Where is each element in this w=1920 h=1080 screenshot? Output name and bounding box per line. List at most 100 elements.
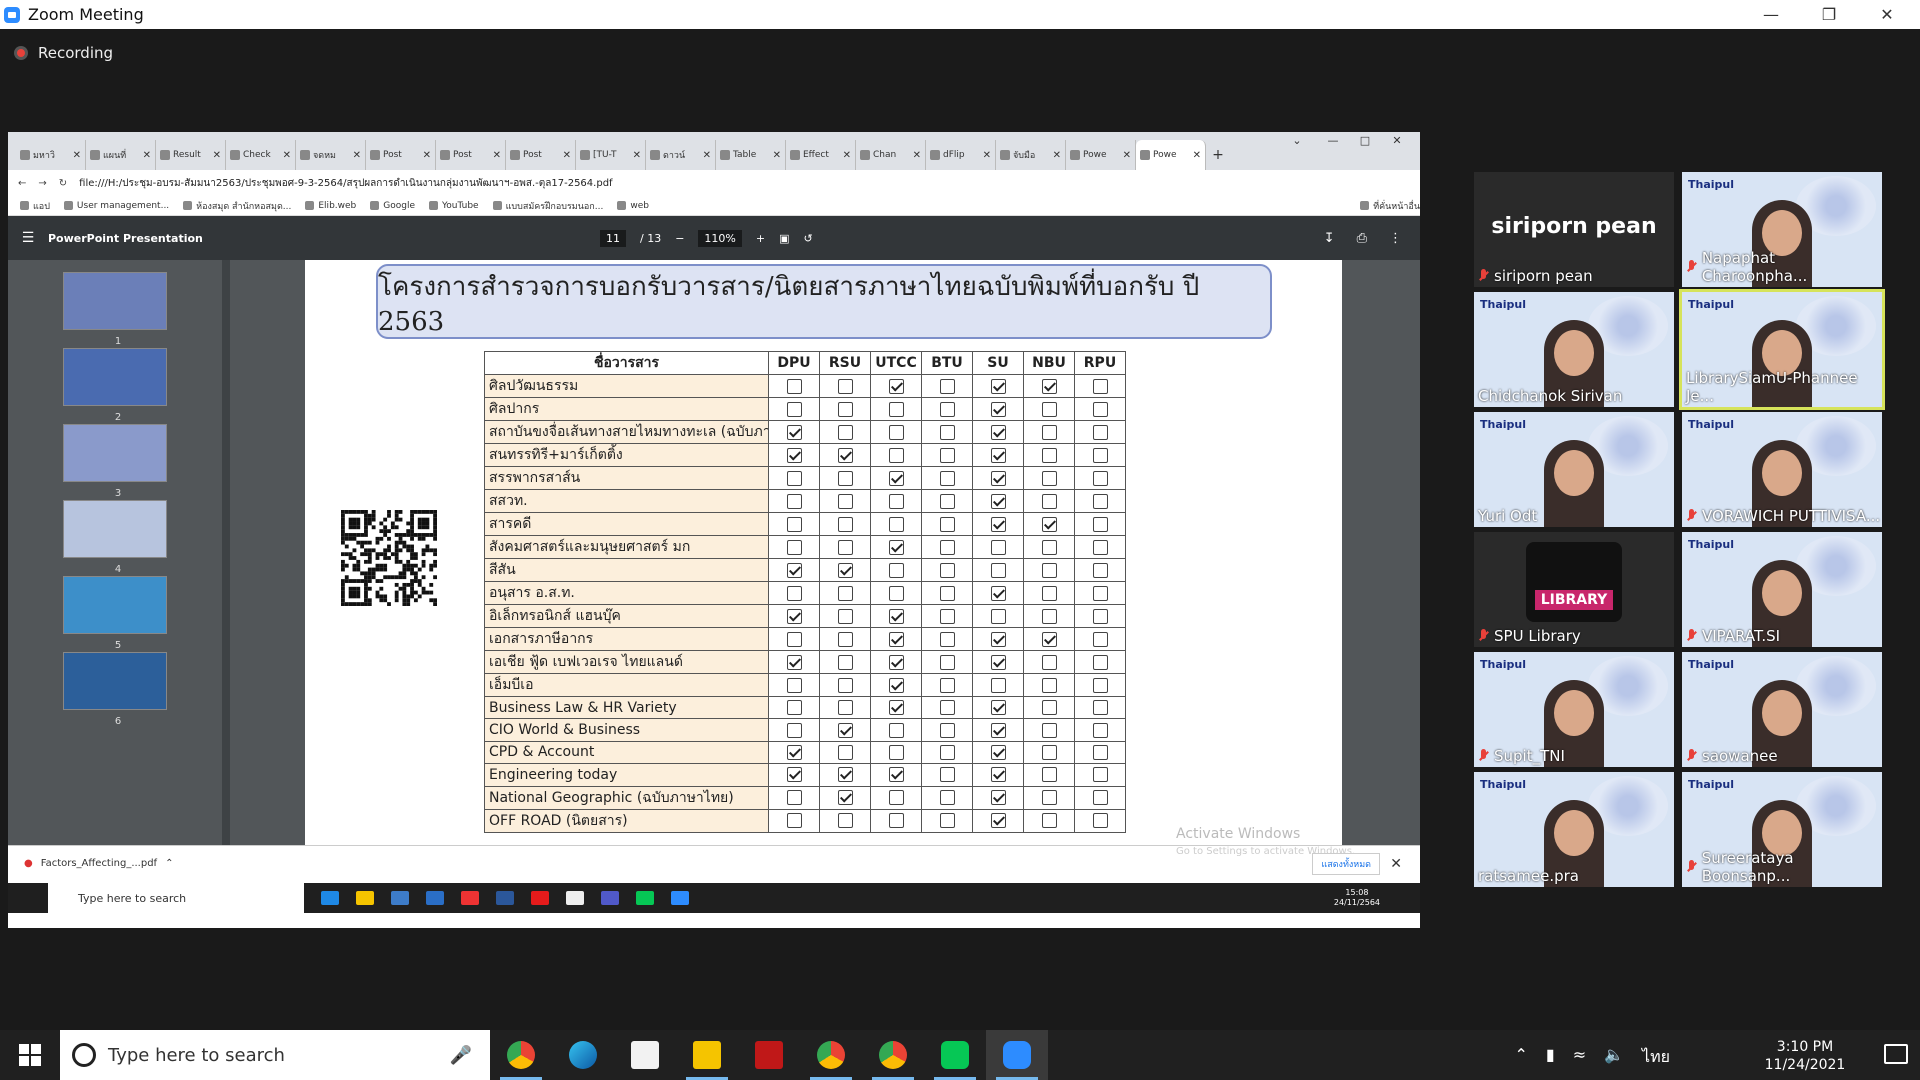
tab-close-icon[interactable]: ✕ bbox=[1123, 150, 1131, 161]
page-thumbnail[interactable] bbox=[63, 576, 167, 634]
back-icon[interactable]: ← bbox=[18, 178, 26, 189]
print-icon[interactable]: ⎙ bbox=[1357, 231, 1367, 246]
menu-icon[interactable]: ☰ bbox=[8, 230, 48, 246]
forward-icon[interactable]: → bbox=[38, 178, 46, 189]
shared-search-box[interactable]: Type here to search bbox=[48, 883, 304, 913]
explorer-taskbar-icon[interactable] bbox=[676, 1030, 738, 1080]
browser-tab[interactable]: แผนที่ ✕ bbox=[86, 140, 156, 170]
taskbar-clock[interactable]: 3:10 PM 11/24/2021 bbox=[1760, 1038, 1850, 1074]
wifi-icon[interactable]: ≈ bbox=[1573, 1045, 1586, 1070]
browser-tab[interactable]: Post ✕ bbox=[366, 140, 436, 170]
tab-close-icon[interactable]: ✕ bbox=[423, 150, 431, 161]
browser-tab[interactable]: dFlip ✕ bbox=[926, 140, 996, 170]
participant-tile[interactable]: Thaipul Chidchanok Sirivan bbox=[1474, 292, 1674, 407]
browser-tab[interactable]: จับมือ ✕ bbox=[996, 140, 1066, 170]
start-button[interactable] bbox=[0, 1044, 60, 1066]
tab-close-icon[interactable]: ✕ bbox=[143, 150, 151, 161]
notification-icon[interactable] bbox=[1884, 1044, 1908, 1064]
tab-close-icon[interactable]: ✕ bbox=[73, 150, 81, 161]
browser-close-button[interactable]: ✕ bbox=[1382, 134, 1412, 147]
reload-icon[interactable]: ↻ bbox=[59, 178, 67, 189]
browser-tab[interactable]: Post ✕ bbox=[506, 140, 576, 170]
zoom-taskbar-icon[interactable] bbox=[986, 1030, 1048, 1080]
line-icon[interactable] bbox=[636, 891, 654, 905]
participant-tile[interactable]: Thaipul LibrarySiamU-Phannee Je... bbox=[1679, 289, 1885, 410]
tab-close-icon[interactable]: ✕ bbox=[493, 150, 501, 161]
thumbnail-scrollbar[interactable] bbox=[222, 260, 230, 845]
word-icon[interactable] bbox=[496, 891, 514, 905]
participant-tile[interactable]: Thaipul saowanee bbox=[1682, 652, 1882, 767]
tab-close-icon[interactable]: ✕ bbox=[843, 150, 851, 161]
browser-tab[interactable]: จดหม ✕ bbox=[296, 140, 366, 170]
bookmark-item[interactable]: แบบสมัครฝึกอบรมนอก... bbox=[492, 199, 603, 213]
qr-code[interactable] bbox=[341, 510, 437, 606]
bookmark-item[interactable]: แอป bbox=[20, 199, 50, 213]
tab-close-icon[interactable]: ✕ bbox=[1193, 150, 1201, 161]
edge-icon[interactable] bbox=[321, 891, 339, 905]
tab-close-icon[interactable]: ✕ bbox=[913, 150, 921, 161]
edge-taskbar-icon[interactable] bbox=[552, 1030, 614, 1080]
chrome-taskbar-icon[interactable] bbox=[490, 1030, 552, 1080]
zoom-out-icon[interactable]: − bbox=[675, 232, 684, 245]
browser-tab[interactable]: Chan ✕ bbox=[856, 140, 926, 170]
browser-tab[interactable]: ดาวน์ ✕ bbox=[646, 140, 716, 170]
browser-tab[interactable]: Post ✕ bbox=[436, 140, 506, 170]
minimize-button[interactable]: — bbox=[1742, 0, 1800, 29]
microphone-icon[interactable]: 🎤 bbox=[450, 1045, 472, 1066]
volume-icon[interactable]: 🔈 bbox=[1604, 1045, 1624, 1070]
battery-icon[interactable]: ▮ bbox=[1546, 1045, 1555, 1070]
browser-tab[interactable]: Check ✕ bbox=[226, 140, 296, 170]
chevron-up-icon[interactable]: ⌃ bbox=[165, 858, 173, 869]
zoom-input[interactable]: 110% bbox=[698, 229, 742, 247]
tab-close-icon[interactable]: ✕ bbox=[703, 150, 711, 161]
participant-tile[interactable]: siriporn pean siriporn pean bbox=[1474, 172, 1674, 287]
folder-icon[interactable] bbox=[356, 891, 374, 905]
page-thumbnail[interactable] bbox=[63, 500, 167, 558]
page-thumbnail[interactable] bbox=[63, 424, 167, 482]
url-field[interactable]: file:///H:/ประชุม-อบรม-สัมมนา2563/ประชุม… bbox=[79, 176, 612, 191]
browser-tab[interactable]: Table ✕ bbox=[716, 140, 786, 170]
bookmark-item[interactable]: web bbox=[617, 201, 649, 211]
tab-close-icon[interactable]: ✕ bbox=[1053, 150, 1061, 161]
page-thumbnail[interactable] bbox=[63, 272, 167, 330]
participant-tile[interactable]: Thaipul Supit_TNI bbox=[1474, 652, 1674, 767]
tab-close-icon[interactable]: ✕ bbox=[633, 150, 641, 161]
page-thumbnail[interactable] bbox=[63, 652, 167, 710]
bookmark-item[interactable]: User management... bbox=[63, 201, 169, 211]
browser-tab[interactable]: Result ✕ bbox=[156, 140, 226, 170]
chrome-profile2-taskbar-icon[interactable] bbox=[862, 1030, 924, 1080]
participant-tile[interactable]: Thaipul ratsamee.pra bbox=[1474, 772, 1674, 887]
chrome-profile-taskbar-icon[interactable] bbox=[800, 1030, 862, 1080]
bookmark-item[interactable]: Google bbox=[370, 201, 415, 211]
store-taskbar-icon[interactable] bbox=[614, 1030, 676, 1080]
participant-tile[interactable]: Thaipul VIPARAT.SI bbox=[1682, 532, 1882, 647]
language-indicator[interactable]: ไทย bbox=[1642, 1045, 1670, 1070]
chrome-icon[interactable] bbox=[461, 891, 479, 905]
taskbar-search-box[interactable]: Type here to search 🎤 bbox=[60, 1030, 490, 1080]
zoom-in-icon[interactable]: + bbox=[756, 232, 765, 245]
restore-button[interactable]: ❐ bbox=[1800, 0, 1858, 29]
chevron-up-tray-icon[interactable]: ⌃ bbox=[1514, 1045, 1527, 1070]
tab-close-icon[interactable]: ✕ bbox=[983, 150, 991, 161]
new-tab-icon[interactable]: + bbox=[1206, 140, 1230, 170]
page-number-input[interactable]: 11 bbox=[600, 229, 626, 247]
recording-indicator[interactable]: Recording bbox=[14, 44, 113, 62]
page-thumbnail[interactable] bbox=[63, 348, 167, 406]
close-download-bar-icon[interactable]: ✕ bbox=[1390, 856, 1402, 872]
bookmark-item[interactable]: Elib.web bbox=[305, 201, 356, 211]
notepad-icon[interactable] bbox=[566, 891, 584, 905]
browser-maximize-button[interactable]: □ bbox=[1350, 134, 1380, 147]
bookmark-item[interactable]: ห้องสมุด สำนักหอสมุด... bbox=[183, 199, 291, 213]
tab-close-icon[interactable]: ✕ bbox=[353, 150, 361, 161]
line-taskbar-icon[interactable] bbox=[924, 1030, 986, 1080]
rotate-icon[interactable]: ↺ bbox=[804, 232, 813, 245]
browser-minimize-button[interactable]: — bbox=[1318, 134, 1348, 147]
browser-tab[interactable]: [TU-T ✕ bbox=[576, 140, 646, 170]
opera-icon[interactable] bbox=[531, 891, 549, 905]
more-icon[interactable]: ⋮ bbox=[1389, 231, 1402, 246]
bookmark-item[interactable]: YouTube bbox=[429, 201, 479, 211]
teams-icon[interactable] bbox=[601, 891, 619, 905]
store-icon[interactable] bbox=[391, 891, 409, 905]
tab-close-icon[interactable]: ✕ bbox=[563, 150, 571, 161]
participant-tile[interactable]: Thaipul Napaphat Charoonpha... bbox=[1682, 172, 1882, 287]
